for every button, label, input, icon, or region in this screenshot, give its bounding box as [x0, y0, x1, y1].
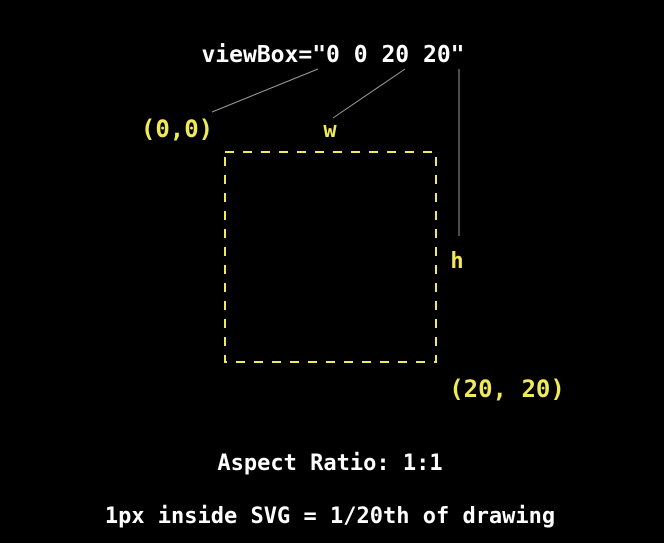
height-label: h	[450, 249, 463, 274]
width-label: w	[323, 118, 337, 143]
viewbox-heading: viewBox="0 0 20 20"	[201, 42, 464, 68]
viewbox-diagram: viewBox="0 0 20 20" (0,0) w h (20, 20) A…	[0, 0, 664, 543]
scale-text: 1px inside SVG = 1/20th of drawing	[105, 504, 555, 529]
aspect-ratio-text: Aspect Ratio: 1:1	[217, 451, 442, 476]
origin-label: (0,0)	[141, 115, 213, 143]
corner-label: (20, 20)	[449, 375, 565, 403]
